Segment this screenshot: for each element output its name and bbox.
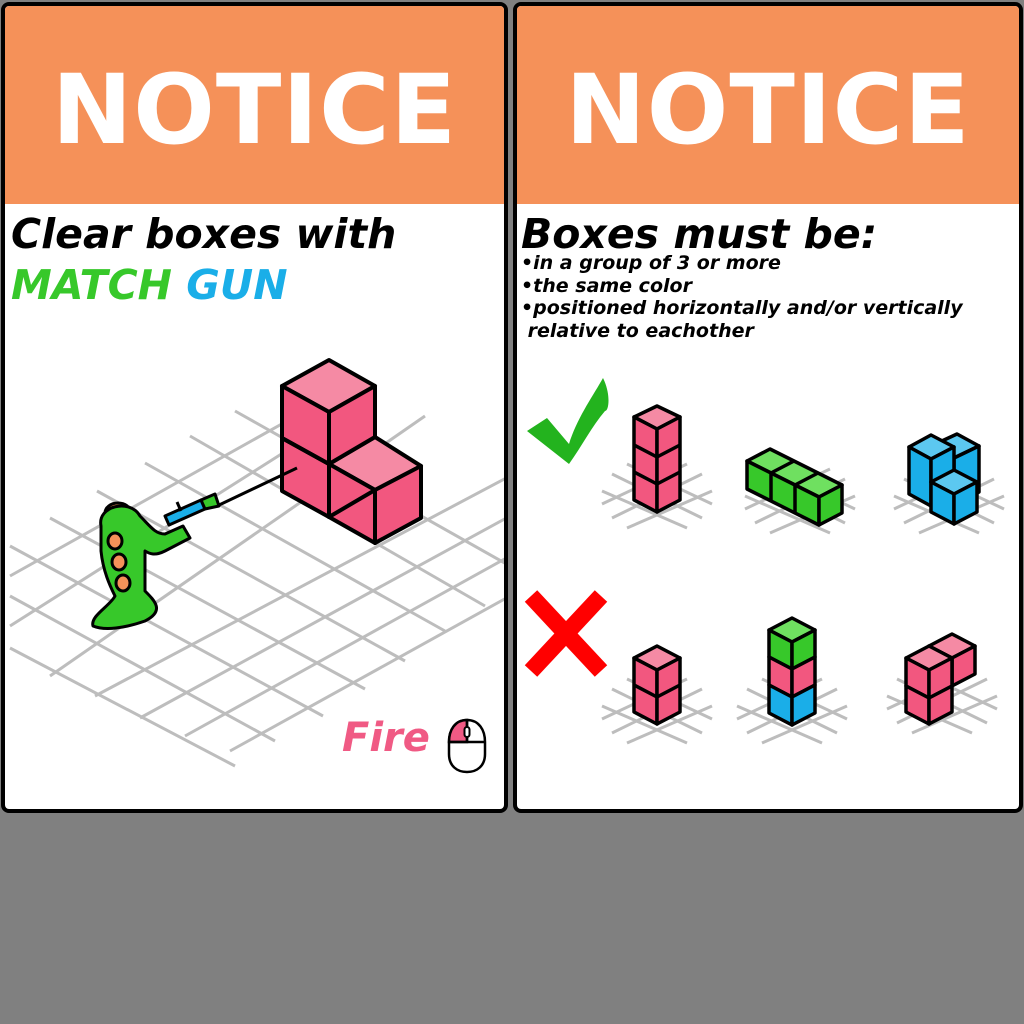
- valid-vertical-pink-stack: [632, 404, 682, 514]
- match-gun-icon: [163, 492, 221, 527]
- cross-icon: [524, 590, 608, 677]
- right-examples: [524, 378, 1006, 745]
- right-notice-panel: NOTICE Boxes must be: •in a group of 3 o…: [513, 2, 1023, 813]
- left-notice-panel: NOTICE Clear boxes with MATCH GUN Fire: [1, 2, 508, 813]
- checkmark-icon: [527, 378, 609, 464]
- valid-blue-l-group: [907, 432, 981, 526]
- left-scene: [9, 358, 504, 768]
- floor-grid: [9, 399, 504, 768]
- valid-horizontal-green-row: [745, 447, 844, 527]
- fire-label: Fire: [342, 715, 430, 761]
- pink-box-stack: [280, 358, 423, 545]
- invalid-pink-pair: [632, 644, 682, 726]
- mouse-left-click-icon: [447, 718, 487, 774]
- invalid-mixed-stack: [767, 616, 817, 727]
